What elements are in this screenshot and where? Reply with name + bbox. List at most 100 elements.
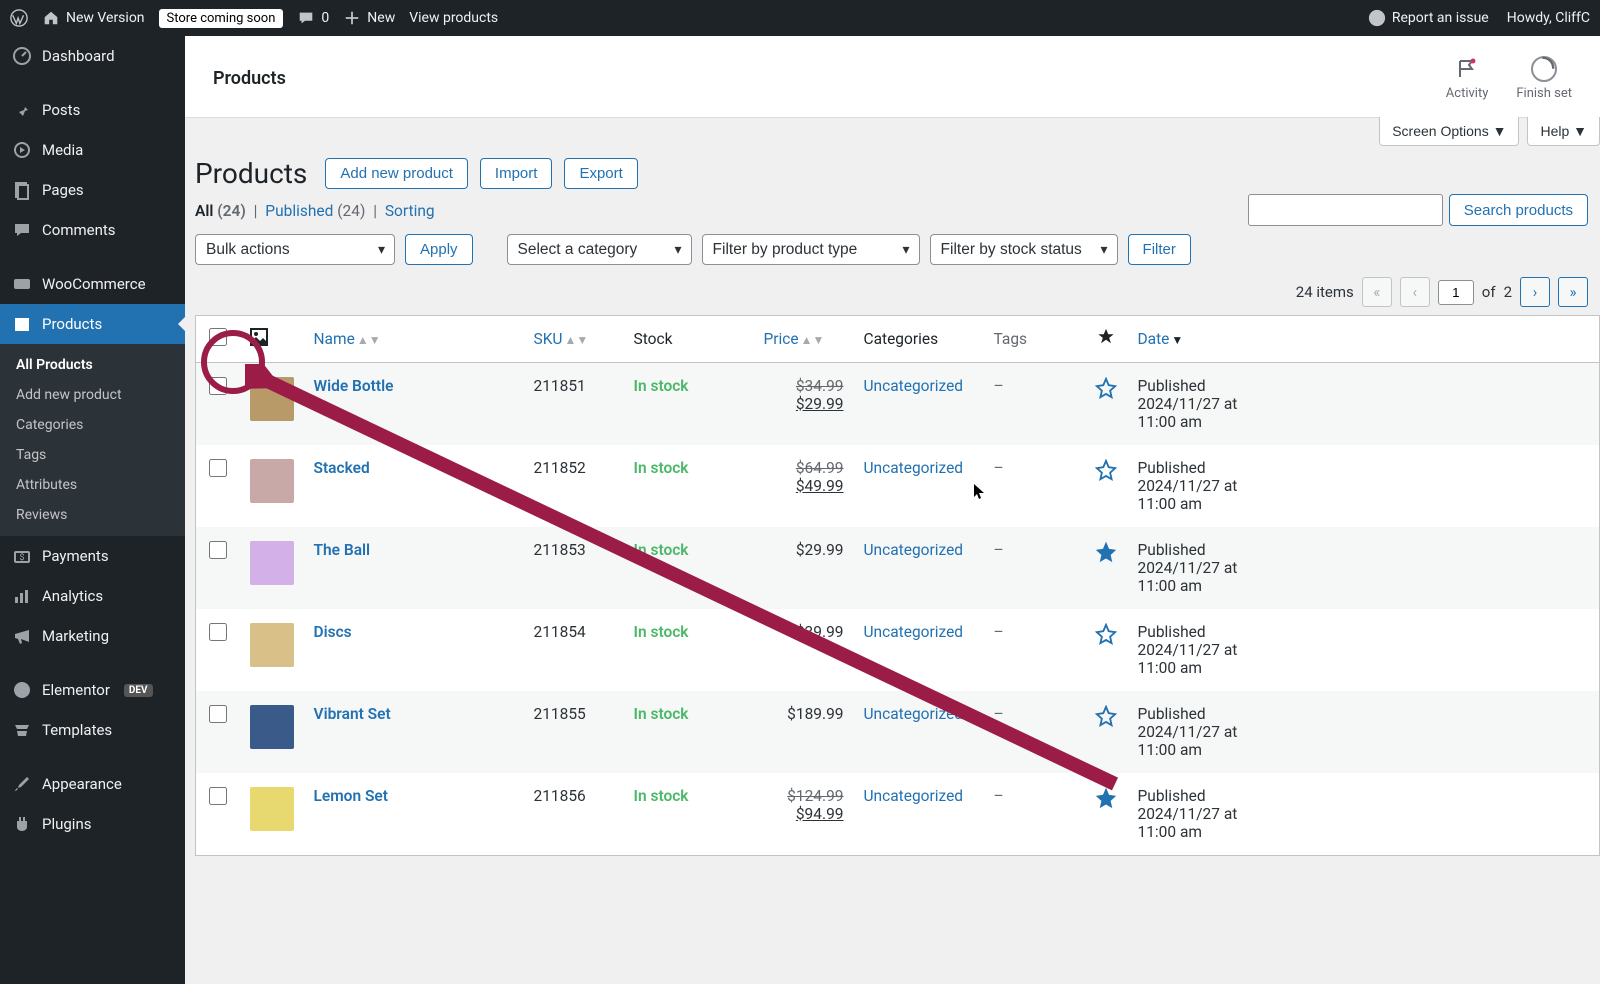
submenu-all-products[interactable]: All Products (0, 350, 185, 380)
featured-star-toggle[interactable] (1095, 713, 1117, 731)
submenu-add-new-product[interactable]: Add new product (0, 380, 185, 410)
row-checkbox[interactable] (209, 377, 227, 395)
filter-published-link[interactable]: Published (24) (265, 202, 365, 220)
add-new-product-button[interactable]: Add new product (325, 158, 468, 189)
featured-star-toggle[interactable] (1095, 385, 1117, 403)
stock-status: In stock (634, 623, 689, 641)
row-checkbox[interactable] (209, 541, 227, 559)
featured-star-toggle[interactable] (1095, 549, 1117, 567)
comment-icon (297, 9, 315, 27)
featured-star-toggle[interactable] (1095, 795, 1117, 813)
product-category-link[interactable]: Uncategorized (864, 705, 964, 723)
category-filter-select[interactable]: Select a category (507, 234, 692, 265)
sidebar-item-woocommerce[interactable]: WooCommerce (0, 264, 185, 304)
product-category-link[interactable]: Uncategorized (864, 377, 964, 395)
sku-column-header[interactable]: SKU (534, 330, 563, 348)
sidebar-item-elementor[interactable]: ElementorDEV (0, 670, 185, 710)
select-all-checkbox[interactable] (209, 328, 227, 346)
products-table: Name▲▼ SKU▲▼ Stock Price▲▼ Categories Ta… (195, 315, 1600, 856)
sidebar-item-marketing[interactable]: Marketing (0, 616, 185, 656)
import-button[interactable]: Import (480, 158, 553, 189)
wordpress-logo[interactable] (10, 9, 28, 27)
featured-star-toggle[interactable] (1095, 467, 1117, 485)
home-icon[interactable]: New Version (42, 9, 145, 27)
store-status-badge[interactable]: Store coming soon (159, 9, 284, 28)
sidebar-item-pages[interactable]: Pages (0, 170, 185, 210)
stock-status: In stock (634, 541, 689, 559)
screen-options-button[interactable]: Screen Options ▼ (1379, 117, 1519, 146)
svg-text:$: $ (19, 552, 24, 563)
filter-button[interactable]: Filter (1128, 234, 1191, 265)
product-category-link[interactable]: Uncategorized (864, 459, 964, 477)
elementor-sidebar-icon (12, 680, 32, 700)
finish-setup-button[interactable]: Finish set (1516, 56, 1572, 101)
sidebar-item-media[interactable]: Media (0, 130, 185, 170)
product-category-link[interactable]: Uncategorized (864, 541, 964, 559)
export-button[interactable]: Export (564, 158, 637, 189)
new-content-link[interactable]: New (343, 9, 395, 27)
product-name-link[interactable]: Stacked (314, 459, 370, 477)
howdy-user[interactable]: Howdy, CliffC (1507, 10, 1590, 26)
submenu-attributes[interactable]: Attributes (0, 470, 185, 500)
image-column-icon (250, 332, 268, 350)
apply-bulk-button[interactable]: Apply (405, 234, 473, 265)
product-name-link[interactable]: The Ball (314, 541, 371, 559)
sidebar-item-analytics[interactable]: Analytics (0, 576, 185, 616)
sidebar-item-comments[interactable]: Comments (0, 210, 185, 250)
products-icon (12, 314, 32, 334)
product-price: $189.99 (754, 691, 854, 773)
row-checkbox[interactable] (209, 623, 227, 641)
product-search-input[interactable] (1248, 194, 1443, 226)
product-thumbnail[interactable] (250, 705, 294, 749)
product-thumbnail[interactable] (250, 377, 294, 421)
row-checkbox[interactable] (209, 705, 227, 723)
media-icon (12, 140, 32, 160)
featured-star-toggle[interactable] (1095, 631, 1117, 649)
filters-row: Bulk actions Apply Select a category Fil… (195, 234, 1600, 275)
product-name-link[interactable]: Lemon Set (314, 787, 388, 805)
dev-badge: DEV (124, 684, 153, 697)
name-column-header[interactable]: Name (314, 330, 355, 348)
product-category-link[interactable]: Uncategorized (864, 623, 964, 641)
product-thumbnail[interactable] (250, 623, 294, 667)
bulk-actions-select[interactable]: Bulk actions (195, 234, 395, 265)
sidebar-item-products[interactable]: Products (0, 304, 185, 344)
next-page-button[interactable]: › (1520, 277, 1550, 307)
last-page-button[interactable]: » (1558, 277, 1588, 307)
price-column-header[interactable]: Price (764, 330, 799, 348)
elementor-icon (1368, 9, 1386, 27)
comments-link[interactable]: 0 (297, 9, 329, 27)
row-checkbox[interactable] (209, 787, 227, 805)
date-column-header[interactable]: Date (1138, 330, 1170, 348)
product-thumbnail[interactable] (250, 459, 294, 503)
filter-sorting-link[interactable]: Sorting (385, 202, 435, 220)
sidebar-item-appearance[interactable]: Appearance (0, 764, 185, 804)
product-name-link[interactable]: Discs (314, 623, 352, 641)
row-checkbox[interactable] (209, 459, 227, 477)
sidebar-item-posts[interactable]: Posts (0, 90, 185, 130)
view-products-link[interactable]: View products (409, 10, 498, 26)
submenu-tags[interactable]: Tags (0, 440, 185, 470)
tags-column-header: Tags (984, 316, 1084, 363)
search-products-button[interactable]: Search products (1449, 194, 1588, 226)
sidebar-item-dashboard[interactable]: Dashboard (0, 36, 185, 76)
submenu-categories[interactable]: Categories (0, 410, 185, 440)
product-thumbnail[interactable] (250, 541, 294, 585)
sidebar-item-payments[interactable]: $Payments (0, 536, 185, 576)
activity-button[interactable]: Activity (1446, 56, 1489, 101)
product-category-link[interactable]: Uncategorized (864, 787, 964, 805)
filter-all-link[interactable]: All (24) (195, 202, 246, 220)
report-issue-link[interactable]: Report an issue (1368, 9, 1489, 27)
product-thumbnail[interactable] (250, 787, 294, 831)
sidebar-item-plugins[interactable]: Plugins (0, 804, 185, 844)
stock-status: In stock (634, 459, 689, 477)
table-row: Wide Bottle 211851 In stock $34.99$29.99… (196, 363, 1600, 446)
help-button[interactable]: Help ▼ (1527, 117, 1600, 146)
sidebar-item-templates[interactable]: Templates (0, 710, 185, 750)
product-type-filter-select[interactable]: Filter by product type (702, 234, 920, 265)
submenu-reviews[interactable]: Reviews (0, 500, 185, 530)
product-name-link[interactable]: Wide Bottle (314, 377, 394, 395)
current-page-input[interactable] (1438, 280, 1474, 305)
stock-status-filter-select[interactable]: Filter by stock status (930, 234, 1118, 265)
product-name-link[interactable]: Vibrant Set (314, 705, 391, 723)
